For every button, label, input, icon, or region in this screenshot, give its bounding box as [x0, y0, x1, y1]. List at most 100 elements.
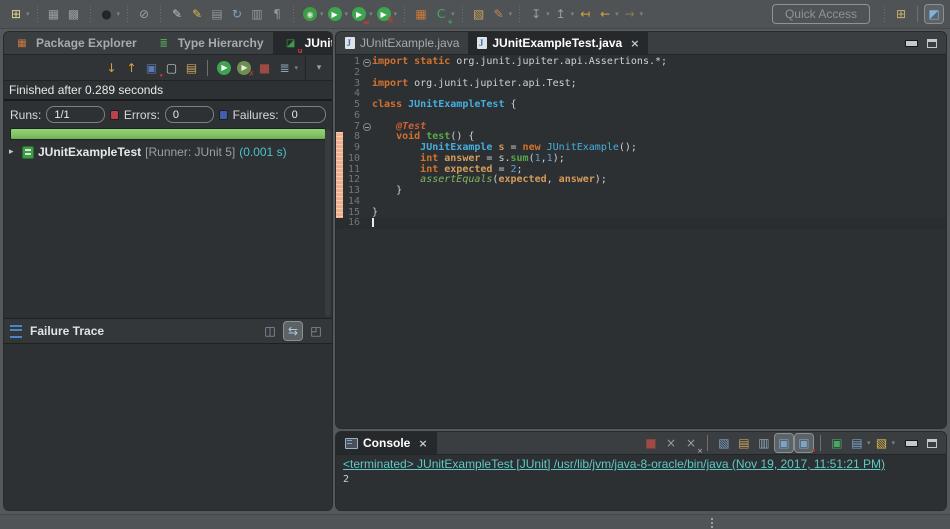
expander-icon[interactable]: ▸	[9, 147, 17, 157]
skip-breakpoints-icon[interactable]: ⊘	[135, 5, 153, 23]
tab-console[interactable]: Console ×	[336, 432, 437, 454]
block-selection-icon[interactable]: ▥	[248, 5, 266, 23]
open-console-icon-dropdown[interactable]: ▾	[867, 439, 871, 447]
rerun-failures-first-icon[interactable]: ▶✗	[237, 61, 251, 75]
maximize-icon[interactable]	[927, 439, 937, 448]
annotate-icon-dropdown[interactable]: ▾	[509, 10, 513, 18]
minimize-icon[interactable]	[905, 440, 918, 447]
previous-annotation-icon[interactable]: ↥	[552, 5, 570, 23]
forward-icon-dropdown[interactable]: ▾	[640, 10, 644, 18]
new-class-icon[interactable]: C+	[432, 5, 450, 23]
profile-icon-dropdown[interactable]: ▾	[394, 10, 398, 18]
close-icon[interactable]: ×	[630, 37, 639, 50]
profile-icon[interactable]: ▶≣	[377, 7, 391, 21]
next-failed-test-icon[interactable]: ↓	[102, 59, 120, 77]
tree-row[interactable]: ▸ JUnitExampleTest [Runner: JUnit 5] (0.…	[4, 143, 332, 160]
close-icon[interactable]: ×	[418, 437, 427, 450]
code-line-5[interactable]: 5class JUnitExampleTest {	[336, 100, 946, 111]
tab-package-explorer[interactable]: ▦ Package Explorer	[4, 32, 146, 54]
build-all-icon[interactable]: ✎	[188, 5, 206, 23]
next-annotation-icon[interactable]: ↧	[527, 5, 545, 23]
code-line-15[interactable]: 15}	[336, 208, 946, 219]
eclipse-window: ⊞▾▦▩●▾⊘✎✎▤↻▥¶◉▾▶▾▶▂▾▶≣▾▦C+▾▧✎▾↧▾↥▾↤←▾→▾ …	[0, 0, 950, 529]
sync-editor-icon[interactable]: ↻	[228, 5, 246, 23]
compare-result-icon[interactable]: ◰	[307, 322, 325, 340]
tab-type-hierarchy[interactable]: ≣ Type Hierarchy	[146, 32, 273, 54]
new-console-view-icon[interactable]: ▧	[872, 434, 890, 452]
rerun-test-icon[interactable]: ▶	[217, 61, 231, 75]
show-on-stderr-icon[interactable]: ▣•	[795, 434, 813, 452]
new-wizard-icon[interactable]: ⊞	[7, 5, 25, 23]
code-line-6[interactable]: 6	[336, 111, 946, 122]
open-type-icon[interactable]: ▦	[412, 5, 430, 23]
previous-annotation-icon-dropdown[interactable]: ▾	[571, 10, 575, 18]
fold-marker-icon[interactable]	[360, 122, 372, 133]
code-line-14[interactable]: 14	[336, 197, 946, 208]
debug-icon-dropdown[interactable]: ▾	[320, 10, 324, 18]
coverage-icon-dropdown[interactable]: ▾	[369, 10, 373, 18]
coverage-icon[interactable]: ▶▂	[352, 7, 366, 21]
annotate-icon[interactable]: ✎	[490, 5, 508, 23]
minimize-icon[interactable]	[905, 40, 918, 47]
filter-stack-trace-icon[interactable]: ◫	[261, 322, 279, 340]
stop-test-icon[interactable]: ■	[255, 59, 273, 77]
failure-trace-body[interactable]	[4, 344, 332, 510]
line-number: 14	[344, 197, 360, 208]
fold-marker-icon[interactable]	[360, 57, 372, 68]
console-output-area[interactable]: <terminated> JUnitExampleTest [JUnit] /u…	[336, 455, 946, 510]
scrollbar[interactable]	[325, 129, 331, 317]
scroll-lock-icon[interactable]: ▤	[182, 59, 200, 77]
test-run-history-icon[interactable]: ≣	[275, 59, 293, 77]
show-trace-in-console-icon[interactable]: ⇆	[284, 322, 302, 340]
debug-icon[interactable]: ◉	[303, 7, 317, 21]
tab-label: JUnit	[305, 36, 332, 50]
word-wrap-icon[interactable]: ▤	[208, 5, 226, 23]
code-editor[interactable]: 1import static org.junit.jupiter.api.Ass…	[336, 55, 946, 428]
show-on-stdout-icon[interactable]: ▣	[775, 434, 793, 452]
show-failures-only-icon[interactable]: ▣•	[142, 59, 160, 77]
user-task-icon[interactable]: ●	[98, 5, 116, 23]
open-console-icon[interactable]: ▤	[848, 434, 866, 452]
user-task-icon-dropdown[interactable]: ▾	[117, 10, 121, 18]
scroll-lock-icon[interactable]: ▤	[735, 434, 753, 452]
launch-wand-icon[interactable]: ✎	[168, 5, 186, 23]
new-console-view-icon-dropdown[interactable]: ▾	[891, 439, 895, 447]
terminate-icon[interactable]: ■	[642, 434, 660, 452]
run-icon-dropdown[interactable]: ▾	[345, 10, 349, 18]
word-wrap-icon[interactable]: ▥	[755, 434, 773, 452]
quick-access-button[interactable]: Quick Access	[772, 4, 870, 24]
tab-junit[interactable]: ◪u JUnit ×	[273, 32, 332, 54]
scroll-lock-icon-group: ▤	[182, 59, 200, 77]
tab-junitexample-java[interactable]: JUnitExample.java	[336, 32, 468, 54]
previous-failed-test-icon[interactable]: ↑	[122, 59, 140, 77]
run-icon[interactable]: ▶	[328, 7, 342, 21]
save-icon[interactable]: ▦	[45, 5, 63, 23]
display-selected-console-icon[interactable]: ▣	[828, 434, 846, 452]
show-whitespace-icon[interactable]: ¶	[268, 5, 286, 23]
forward-icon[interactable]: →	[621, 5, 639, 23]
new-class-icon-dropdown[interactable]: ▾	[451, 10, 455, 18]
test-run-history-icon-dropdown[interactable]: ▾	[294, 64, 298, 72]
clear-console-icon[interactable]: ▧	[715, 434, 733, 452]
tab-junitexampletest-java[interactable]: JUnitExampleTest.java ×	[468, 32, 648, 54]
back-icon-dropdown[interactable]: ▾	[615, 10, 619, 18]
view-menu-icon[interactable]: ▾	[305, 55, 332, 80]
maximize-icon[interactable]	[927, 39, 937, 48]
open-perspective-icon[interactable]: ⊞	[892, 5, 910, 23]
code-line-3[interactable]: 3import org.junit.jupiter.api.Test;	[336, 79, 946, 90]
code-line-12[interactable]: 12 assertEquals(expected, answer);	[336, 175, 946, 186]
open-resource-icon[interactable]: ▧	[470, 5, 488, 23]
remove-all-terminated-icon[interactable]: ××	[682, 434, 700, 452]
new-wizard-icon-dropdown[interactable]: ▾	[26, 10, 30, 18]
remove-launch-icon[interactable]: ×	[662, 434, 680, 452]
show-skipped-tests-icon[interactable]: ▢	[162, 59, 180, 77]
last-edit-location-icon[interactable]: ↤	[576, 5, 594, 23]
java-perspective-icon[interactable]: ◩	[925, 5, 943, 23]
back-icon[interactable]: ←	[596, 5, 614, 23]
code-line-1[interactable]: 1import static org.junit.jupiter.api.Ass…	[336, 57, 946, 68]
code-line-16[interactable]: 16	[336, 218, 946, 229]
drag-handle-icon[interactable]	[711, 518, 713, 528]
code-line-13[interactable]: 13 }	[336, 186, 946, 197]
next-annotation-icon-dropdown[interactable]: ▾	[546, 10, 550, 18]
save-all-icon[interactable]: ▩	[65, 5, 83, 23]
